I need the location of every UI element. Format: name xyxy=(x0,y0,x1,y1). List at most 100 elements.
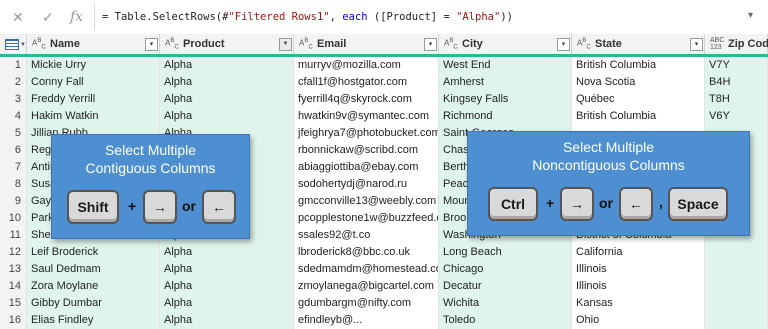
cell-product[interactable]: Alpha xyxy=(160,57,294,74)
cell-state[interactable]: Ohio xyxy=(572,312,705,329)
cell-product[interactable]: Alpha xyxy=(160,91,294,108)
cell-state[interactable]: British Columbia xyxy=(572,57,705,74)
row-number[interactable]: 2 xyxy=(0,74,27,91)
cell-email[interactable]: murryv@mozilla.com xyxy=(294,57,439,74)
cell-product[interactable]: Alpha xyxy=(160,312,294,329)
cell-email[interactable]: hwatkin9v@symantec.com xyxy=(294,108,439,125)
row-number[interactable]: 9 xyxy=(0,193,27,210)
cell-email[interactable]: sdedmamdm@homestead.com xyxy=(294,261,439,278)
cell-product[interactable]: Alpha xyxy=(160,74,294,91)
cell-email[interactable]: cfall1f@hostgator.com xyxy=(294,74,439,91)
column-header-city[interactable]: ABC City ▾ xyxy=(439,34,572,54)
row-number[interactable]: 5 xyxy=(0,125,27,142)
cell-zip[interactable] xyxy=(705,261,768,278)
cell-state[interactable]: Illinois xyxy=(572,278,705,295)
row-number[interactable]: 12 xyxy=(0,244,27,261)
cell-product[interactable]: Alpha xyxy=(160,261,294,278)
cell-email[interactable]: ssales92@t.co xyxy=(294,227,439,244)
filter-icon[interactable]: ▼ xyxy=(279,38,292,51)
cell-city[interactable]: Amherst xyxy=(439,74,572,91)
column-header-zip[interactable]: ABC123 Zip Code xyxy=(705,34,768,54)
cell-zip[interactable] xyxy=(705,244,768,261)
cell-city[interactable]: Kingsey Falls xyxy=(439,91,572,108)
cell-state[interactable]: Kansas xyxy=(572,295,705,312)
table-row[interactable]: 13 Saul Dedmam Alpha sdedmamdm@homestead.co… xyxy=(0,261,768,278)
cell-city[interactable]: Richmond xyxy=(439,108,572,125)
cell-email[interactable]: jfeighrya7@photobucket.com xyxy=(294,125,439,142)
table-row[interactable]: 4 Hakim Watkin Alpha hwatkin9v@symantec.com… xyxy=(0,108,768,125)
cell-city[interactable]: Decatur xyxy=(439,278,572,295)
cell-product[interactable]: Alpha xyxy=(160,278,294,295)
cell-zip[interactable] xyxy=(705,295,768,312)
cell-email[interactable]: pcopplestone1w@buzzfeed.com xyxy=(294,210,439,227)
cell-state[interactable]: California xyxy=(572,244,705,261)
text-type-icon[interactable]: ABC xyxy=(577,37,591,51)
cell-name[interactable]: Hakim Watkin xyxy=(27,108,160,125)
chevron-down-icon[interactable]: ▾ xyxy=(424,38,437,51)
cell-email[interactable]: gdumbargm@nifty.com xyxy=(294,295,439,312)
cell-zip[interactable] xyxy=(705,312,768,329)
row-number[interactable]: 3 xyxy=(0,91,27,108)
cell-state[interactable]: Illinois xyxy=(572,261,705,278)
cell-name[interactable]: Gibby Dumbar xyxy=(27,295,160,312)
cell-city[interactable]: Wichita xyxy=(439,295,572,312)
table-row[interactable]: 14 Zora Moylane Alpha zmoylanega@bigcartel.… xyxy=(0,278,768,295)
cell-name[interactable]: Elias Findley xyxy=(27,312,160,329)
fx-icon[interactable]: fx xyxy=(70,9,83,25)
row-number[interactable]: 10 xyxy=(0,210,27,227)
table-row[interactable]: 12 Leif Broderick Alpha lbroderick8@bbc.co.… xyxy=(0,244,768,261)
cell-product[interactable]: Alpha xyxy=(160,295,294,312)
table-row[interactable]: 1 Mickie Urry Alpha murryv@mozilla.com West … xyxy=(0,57,768,74)
x-icon[interactable]: ✕ xyxy=(12,9,24,26)
cell-state[interactable]: British Columbia xyxy=(572,108,705,125)
column-header-email[interactable]: ABC Email ▾ xyxy=(294,34,439,54)
cell-product[interactable]: Alpha xyxy=(160,244,294,261)
row-number[interactable]: 4 xyxy=(0,108,27,125)
column-header-product[interactable]: ABC Product ▼ xyxy=(160,34,294,54)
table-row[interactable]: 15 Gibby Dumbar Alpha gdumbargm@nifty.com Wi… xyxy=(0,295,768,312)
column-header-name[interactable]: ABC Name ▾ xyxy=(27,34,160,54)
row-number[interactable]: 14 xyxy=(0,278,27,295)
formula-input[interactable]: = Table.SelectRows(#"Filtered Rows1", ea… xyxy=(102,11,513,23)
cell-email[interactable]: sodohertydj@narod.ru xyxy=(294,176,439,193)
row-number[interactable]: 16 xyxy=(0,312,27,329)
chevron-down-icon[interactable]: ▾ xyxy=(748,10,753,21)
chevron-down-icon[interactable]: ▾ xyxy=(145,38,158,51)
cell-name[interactable]: Leif Broderick xyxy=(27,244,160,261)
cell-email[interactable]: fyerrill4q@skyrock.com xyxy=(294,91,439,108)
row-number[interactable]: 13 xyxy=(0,261,27,278)
cell-name[interactable]: Conny Fall xyxy=(27,74,160,91)
cell-email[interactable]: zmoylanega@bigcartel.com xyxy=(294,278,439,295)
row-number[interactable]: 6 xyxy=(0,142,27,159)
text-type-icon[interactable]: ABC xyxy=(165,37,179,51)
check-icon[interactable]: ✓ xyxy=(42,9,54,26)
cell-name[interactable]: Mickie Urry xyxy=(27,57,160,74)
cell-city[interactable]: Chicago xyxy=(439,261,572,278)
cell-name[interactable]: Saul Dedmam xyxy=(27,261,160,278)
cell-product[interactable]: Alpha xyxy=(160,108,294,125)
cell-name[interactable]: Freddy Yerrill xyxy=(27,91,160,108)
cell-zip[interactable]: B4H xyxy=(705,74,768,91)
cell-city[interactable]: West End xyxy=(439,57,572,74)
cell-city[interactable]: Toledo xyxy=(439,312,572,329)
chevron-down-icon[interactable]: ▾ xyxy=(690,38,703,51)
cell-zip[interactable] xyxy=(705,278,768,295)
row-number[interactable]: 1 xyxy=(0,57,27,74)
chevron-down-icon[interactable]: ▾ xyxy=(557,38,570,51)
cell-zip[interactable]: V7Y xyxy=(705,57,768,74)
cell-email[interactable]: abiaggiottiba@ebay.com xyxy=(294,159,439,176)
row-number[interactable]: 15 xyxy=(0,295,27,312)
cell-city[interactable]: Long Beach xyxy=(439,244,572,261)
text-type-icon[interactable]: ABC xyxy=(444,37,458,51)
table-row[interactable]: 2 Conny Fall Alpha cfall1f@hostgator.com Amh… xyxy=(0,74,768,91)
cell-state[interactable]: Nova Scotia xyxy=(572,74,705,91)
cell-state[interactable]: Québec xyxy=(572,91,705,108)
cell-email[interactable]: lbroderick8@bbc.co.uk xyxy=(294,244,439,261)
table-menu-button[interactable]: ▼ xyxy=(0,34,27,54)
row-number[interactable]: 11 xyxy=(0,227,27,244)
row-number[interactable]: 8 xyxy=(0,176,27,193)
text-type-icon[interactable]: ABC xyxy=(299,37,313,51)
text-type-icon[interactable]: ABC 123 xyxy=(710,37,724,51)
column-header-state[interactable]: ABC State ▾ xyxy=(572,34,705,54)
cell-email[interactable]: gmcconville13@weebly.com xyxy=(294,193,439,210)
